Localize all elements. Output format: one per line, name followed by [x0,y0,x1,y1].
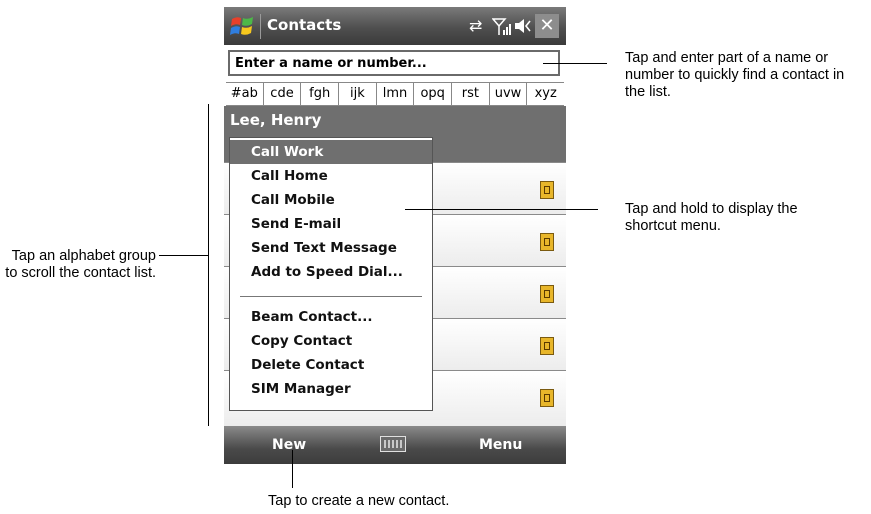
menu-item-speed-dial[interactable]: Add to Speed Dial... [230,260,432,284]
menu-item-beam-contact[interactable]: Beam Contact... [230,305,432,329]
alphabet-bracket-line [208,104,209,426]
search-callout-line [543,63,607,64]
phone-screen: Contacts ⇄ ✕ Enter a name or number... #… [224,7,566,464]
search-input[interactable]: Enter a name or number... [228,50,560,76]
alphabet-group[interactable]: #ab [226,83,264,105]
alphabet-callout-line [159,255,208,256]
start-menu-icon[interactable] [229,13,256,40]
menu-callout-line [405,209,598,210]
title-bar: Contacts ⇄ ✕ [224,7,566,45]
new-contact-callout-line [292,450,293,488]
contact-name: Lee, Henry [230,111,322,129]
app-title: Contacts [267,16,342,34]
close-button[interactable]: ✕ [535,14,559,38]
alphabet-group[interactable]: ijk [339,83,377,105]
sim-contact-icon [540,233,554,251]
search-placeholder: Enter a name or number... [235,56,427,71]
search-callout: Tap and enter part of a name or number t… [625,50,845,100]
menu-item-delete-contact[interactable]: Delete Contact [230,353,432,377]
title-separator [260,14,261,39]
menu-item-call-home[interactable]: Call Home [230,164,432,188]
alphabet-group[interactable]: uvw [490,83,528,105]
menu-item-call-work[interactable]: Call Work [230,140,432,164]
menu-item-call-mobile[interactable]: Call Mobile [230,188,432,212]
sync-icon[interactable]: ⇄ [469,16,482,36]
sim-contact-icon [540,337,554,355]
alphabet-group[interactable]: lmn [377,83,415,105]
alphabet-group[interactable]: cde [264,83,302,105]
menu-item-sim-manager[interactable]: SIM Manager [230,377,432,401]
alphabet-bar: #ab cde fgh ijk lmn opq rst uvw xyz [226,82,564,106]
new-softkey[interactable]: New [272,437,306,453]
menu-item-copy-contact[interactable]: Copy Contact [230,329,432,353]
signal-icon[interactable] [492,17,512,37]
close-icon: ✕ [539,15,555,36]
menu-item-send-email[interactable]: Send E-mail [230,212,432,236]
alphabet-group[interactable]: fgh [301,83,340,105]
speaker-icon[interactable] [514,18,532,34]
new-contact-callout: Tap to create a new contact. [268,493,450,509]
sim-contact-icon [540,181,554,199]
context-menu: Call Work Call Home Call Mobile Send E-m… [229,137,433,411]
sim-contact-icon [540,285,554,303]
softkey-bar: New Menu [224,426,566,464]
menu-callout: Tap and hold to display the shortcut men… [625,201,798,234]
alphabet-group[interactable]: rst [452,83,490,105]
menu-softkey[interactable]: Menu [479,437,522,453]
alphabet-callout: Tap an alphabet group to scroll the cont… [5,248,156,281]
sim-contact-icon [540,389,554,407]
menu-separator [240,296,422,297]
selected-contact-row[interactable]: Lee, Henry [224,106,566,136]
alphabet-group[interactable]: xyz [527,83,564,105]
alphabet-group[interactable]: opq [414,83,453,105]
menu-item-send-text[interactable]: Send Text Message [230,236,432,260]
keyboard-icon[interactable] [380,436,406,452]
